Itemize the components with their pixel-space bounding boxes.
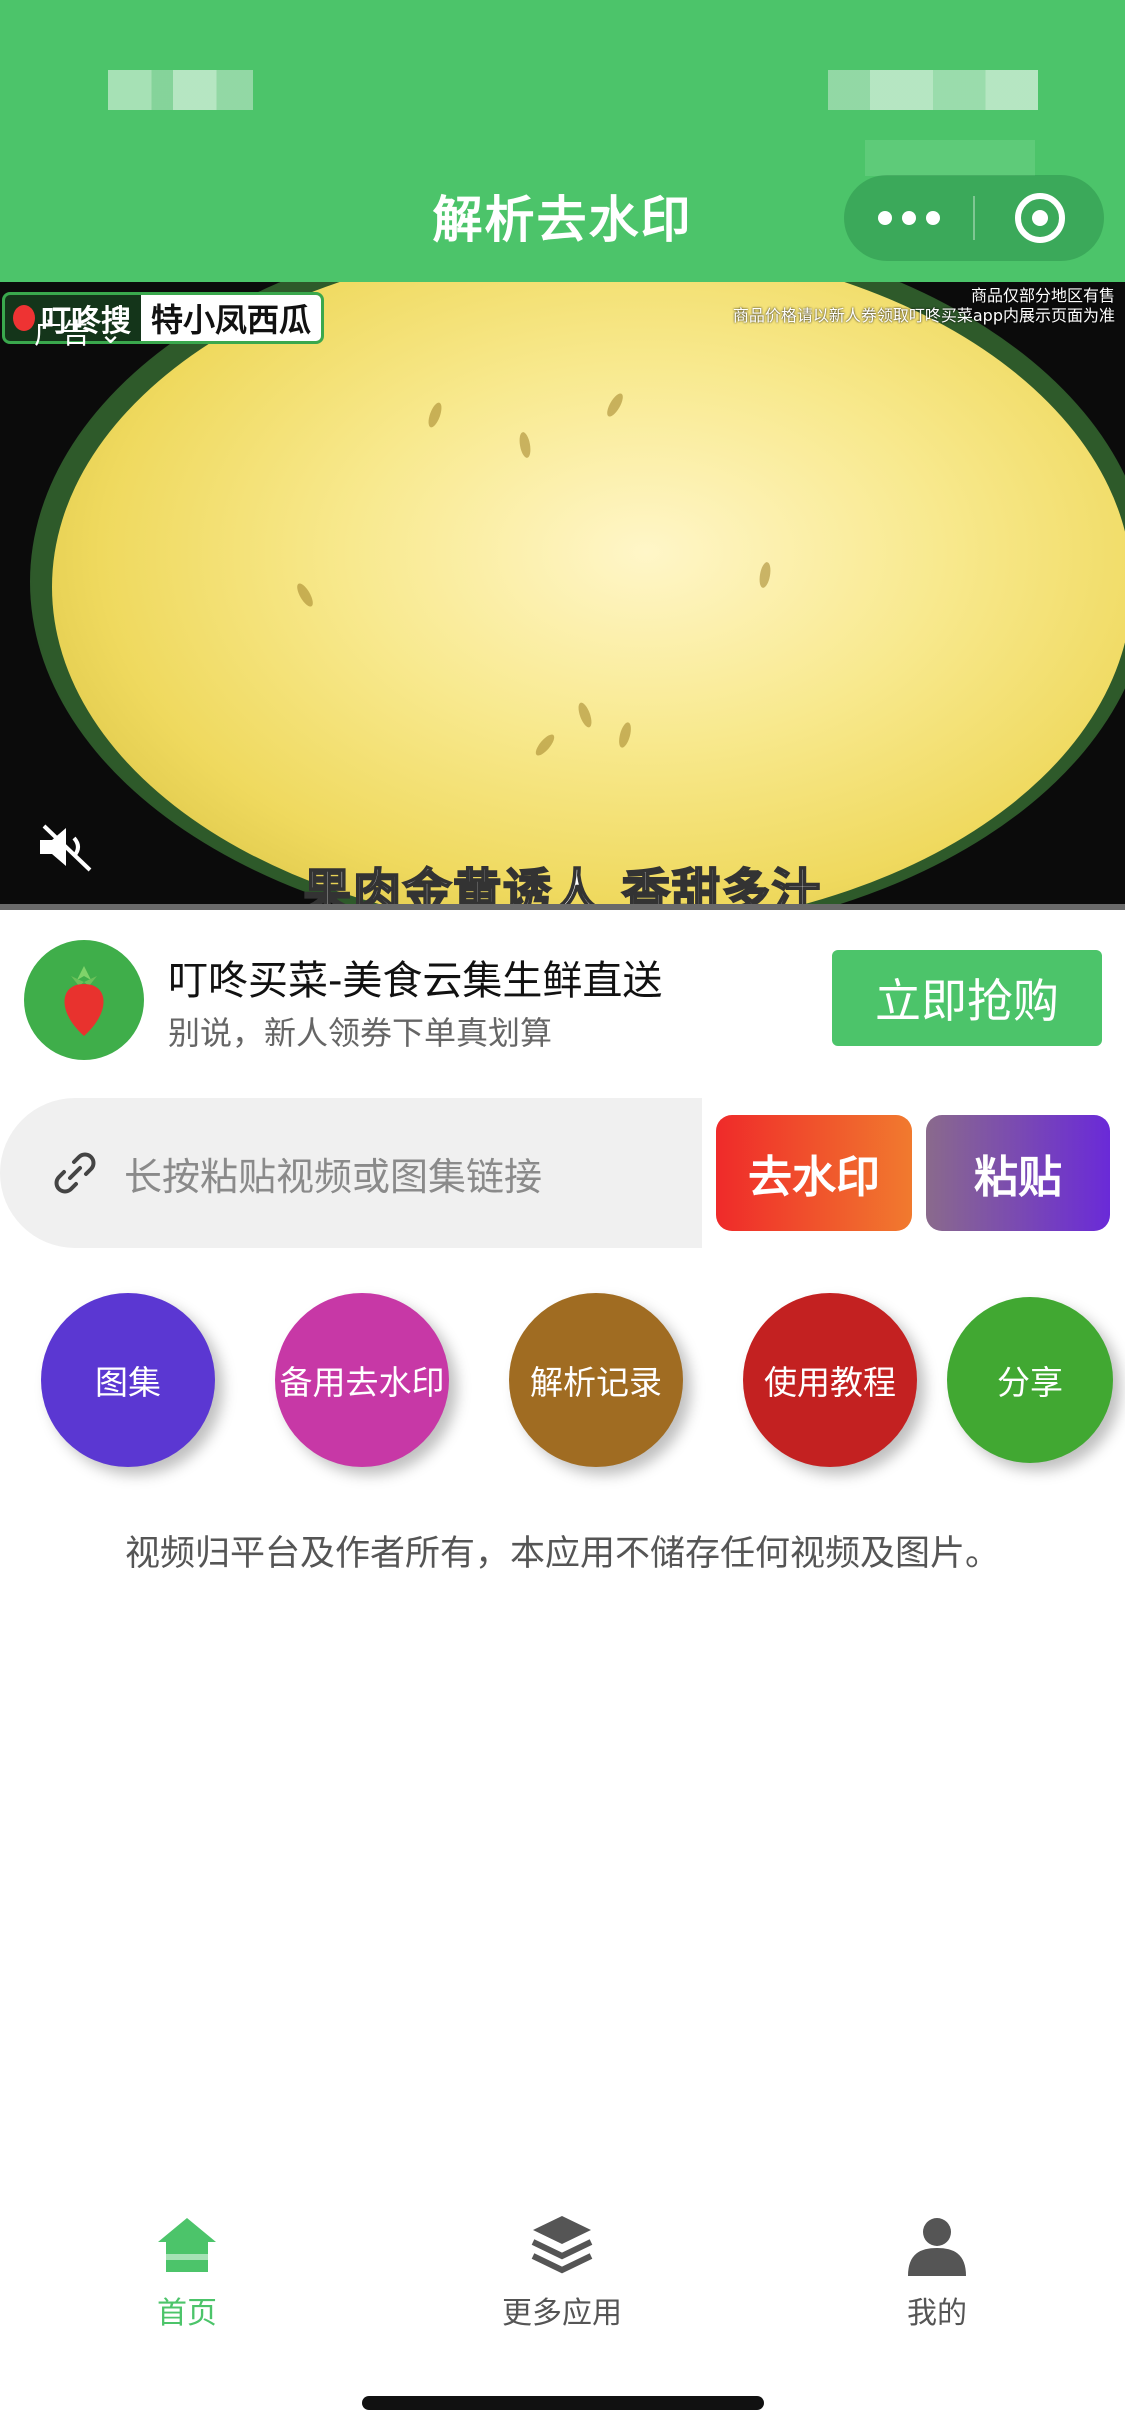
tab-more-apps[interactable]: 更多应用 bbox=[442, 2190, 682, 2340]
link-input-field[interactable]: 长按粘贴视频或图集链接 bbox=[0, 1098, 702, 1248]
share-button[interactable]: 分享 bbox=[947, 1297, 1113, 1463]
miniprogram-capsule bbox=[844, 175, 1104, 261]
parse-history-button[interactable]: 解析记录 bbox=[509, 1293, 683, 1467]
buy-now-button[interactable]: 立即抢购 bbox=[832, 950, 1102, 1046]
radish-icon bbox=[13, 305, 35, 331]
ad-subtitle: 别说，新人领券下单真划算 bbox=[168, 1014, 553, 1052]
ad-label[interactable]: 广告 ⌄ bbox=[34, 312, 122, 352]
tab-more-apps-label: 更多应用 bbox=[502, 2296, 622, 2331]
video-ad-player[interactable]: 叮咚搜 特小凤西瓜 广告 ⌄ 商品仅部分地区有售 商品价格请以新人券领取叮咚买菜… bbox=[0, 282, 1125, 910]
video-frame-melon bbox=[52, 282, 1125, 910]
status-bar-time-blurred bbox=[108, 70, 253, 110]
app-logo-icon bbox=[24, 940, 144, 1060]
paste-button[interactable]: 粘贴 bbox=[926, 1115, 1110, 1231]
home-indicator[interactable] bbox=[362, 2396, 764, 2410]
gallery-button[interactable]: 图集 bbox=[41, 1293, 215, 1467]
brand-product: 特小凤西瓜 bbox=[141, 295, 322, 341]
tab-mine[interactable]: 我的 bbox=[817, 2190, 1057, 2340]
more-dot-icon bbox=[925, 211, 940, 225]
more-dot-icon bbox=[901, 211, 916, 225]
more-menu-button[interactable] bbox=[844, 175, 973, 261]
tab-home[interactable]: 首页 bbox=[67, 2190, 307, 2340]
backup-remove-watermark-button[interactable]: 备用去水印 bbox=[275, 1293, 449, 1467]
tab-mine-label: 我的 bbox=[907, 2296, 967, 2331]
target-circle-icon bbox=[1014, 193, 1065, 243]
layers-icon bbox=[531, 2216, 593, 2274]
home-icon bbox=[158, 2218, 216, 2272]
tab-home-label: 首页 bbox=[157, 2296, 217, 2331]
copyright-disclaimer: 视频归平台及作者所有，本应用不储存任何视频及图片。 bbox=[124, 1534, 1000, 1574]
status-bar-extra-blurred bbox=[865, 140, 1035, 176]
ad-disclaimer-note: 商品仅部分地区有售 商品价格请以新人券领取叮咚买菜app内展示页面为准 bbox=[732, 286, 1115, 325]
mute-icon[interactable] bbox=[34, 822, 94, 872]
ad-banner[interactable]: 叮咚买菜-美食云集生鲜直送 别说，新人领券下单真划算 立即抢购 bbox=[0, 910, 1125, 1080]
status-bar-indicators-blurred bbox=[828, 70, 1038, 110]
more-dot-icon bbox=[877, 211, 892, 225]
video-caption: 果肉金黄诱人 香甜多汁 bbox=[302, 863, 822, 910]
user-icon bbox=[908, 2218, 966, 2276]
tutorial-button[interactable]: 使用教程 bbox=[743, 1293, 917, 1467]
close-miniprogram-button[interactable] bbox=[975, 175, 1104, 261]
link-input-placeholder: 长按粘贴视频或图集链接 bbox=[124, 1154, 543, 1199]
ad-title: 叮咚买菜-美食云集生鲜直送 bbox=[168, 958, 663, 1004]
nav-header: 解析去水印 bbox=[0, 0, 1125, 282]
bottom-tab-bar: 首页 更多应用 我的 bbox=[0, 2190, 1125, 2340]
link-icon bbox=[54, 1152, 96, 1194]
remove-watermark-button[interactable]: 去水印 bbox=[716, 1115, 912, 1231]
